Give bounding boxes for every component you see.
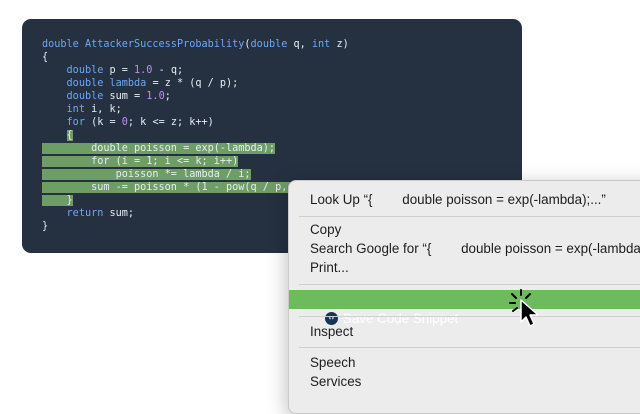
code-line: { (42, 51, 349, 64)
code-token: AttackerSuccessProbability (84, 39, 245, 50)
menu-separator (299, 284, 640, 285)
code-token: = z * (q / p); (146, 78, 239, 89)
code-line: double AttackerSuccessProbability(double… (42, 38, 349, 51)
code-token: for (66, 117, 85, 128)
code-token: sum = (103, 91, 147, 102)
code-token: ; k <= z; k++) (127, 117, 214, 128)
code-line: for (k = 0; k <= z; k++) (42, 116, 349, 129)
menu-item-speech[interactable]: Speech (289, 353, 640, 372)
selected-code-text: poisson *= lambda / i; (42, 169, 251, 180)
code-token: - q; (152, 65, 184, 76)
code-line: double lambda = z * (q / p); (42, 77, 349, 90)
code-token: double (66, 78, 104, 89)
code-token: double (66, 65, 104, 76)
menu-item-copy[interactable]: Copy (289, 220, 640, 239)
menu-item-look-up[interactable]: Look Up “{ double poisson = exp(-lambda)… (289, 190, 640, 209)
code-line: double p = 1.0 - q; (42, 64, 349, 77)
code-token: int (311, 39, 331, 50)
code-token: double (42, 39, 85, 50)
code-token: lambda (109, 78, 147, 89)
code-token: z) (330, 39, 349, 50)
code-line: { (42, 129, 349, 142)
code-token: 1.0 (134, 65, 153, 76)
menu-item-search-google[interactable]: Search Google for “{ double poisson = ex… (289, 239, 640, 258)
selected-code-text: for (i = 1; i <= k; i++) (42, 156, 239, 167)
code-line: double sum = 1.0; (42, 90, 349, 103)
menu-separator (299, 347, 640, 348)
code-token: 1.0 (146, 91, 165, 102)
code-token: double (250, 39, 288, 50)
code-token: return (66, 208, 104, 219)
code-token: (k = (84, 117, 122, 128)
code-token: { (42, 52, 49, 63)
context-menu: Look Up “{ double poisson = exp(-lambda)… (288, 180, 640, 414)
menu-item-inspect[interactable]: Inspect (289, 322, 640, 341)
menu-item-save-code-snippet[interactable]: ‹› Save Code Snippet (289, 290, 640, 326)
code-token: int (66, 104, 85, 115)
menu-item-services[interactable]: Services (289, 372, 640, 391)
selected-code-text: } (42, 195, 73, 206)
selected-code-text: { (66, 130, 73, 141)
code-token: ; (164, 91, 171, 102)
menu-separator (299, 216, 640, 217)
code-line: int i, k; (42, 103, 349, 116)
code-token: sum; (103, 208, 135, 219)
code-token: q, (287, 39, 312, 50)
code-line: for (i = 1; i <= k; i++) (42, 155, 349, 168)
selected-code-text: double poisson = exp(-lambda); (42, 143, 276, 154)
code-token: } (42, 221, 49, 232)
pointer-click-cursor-icon (509, 289, 539, 327)
menu-separator (299, 316, 640, 317)
code-token: double (66, 91, 104, 102)
code-token: i, k; (84, 104, 122, 115)
menu-item-print[interactable]: Print... (289, 258, 640, 277)
code-line: double poisson = exp(-lambda); (42, 142, 349, 155)
code-token: p = (103, 65, 135, 76)
